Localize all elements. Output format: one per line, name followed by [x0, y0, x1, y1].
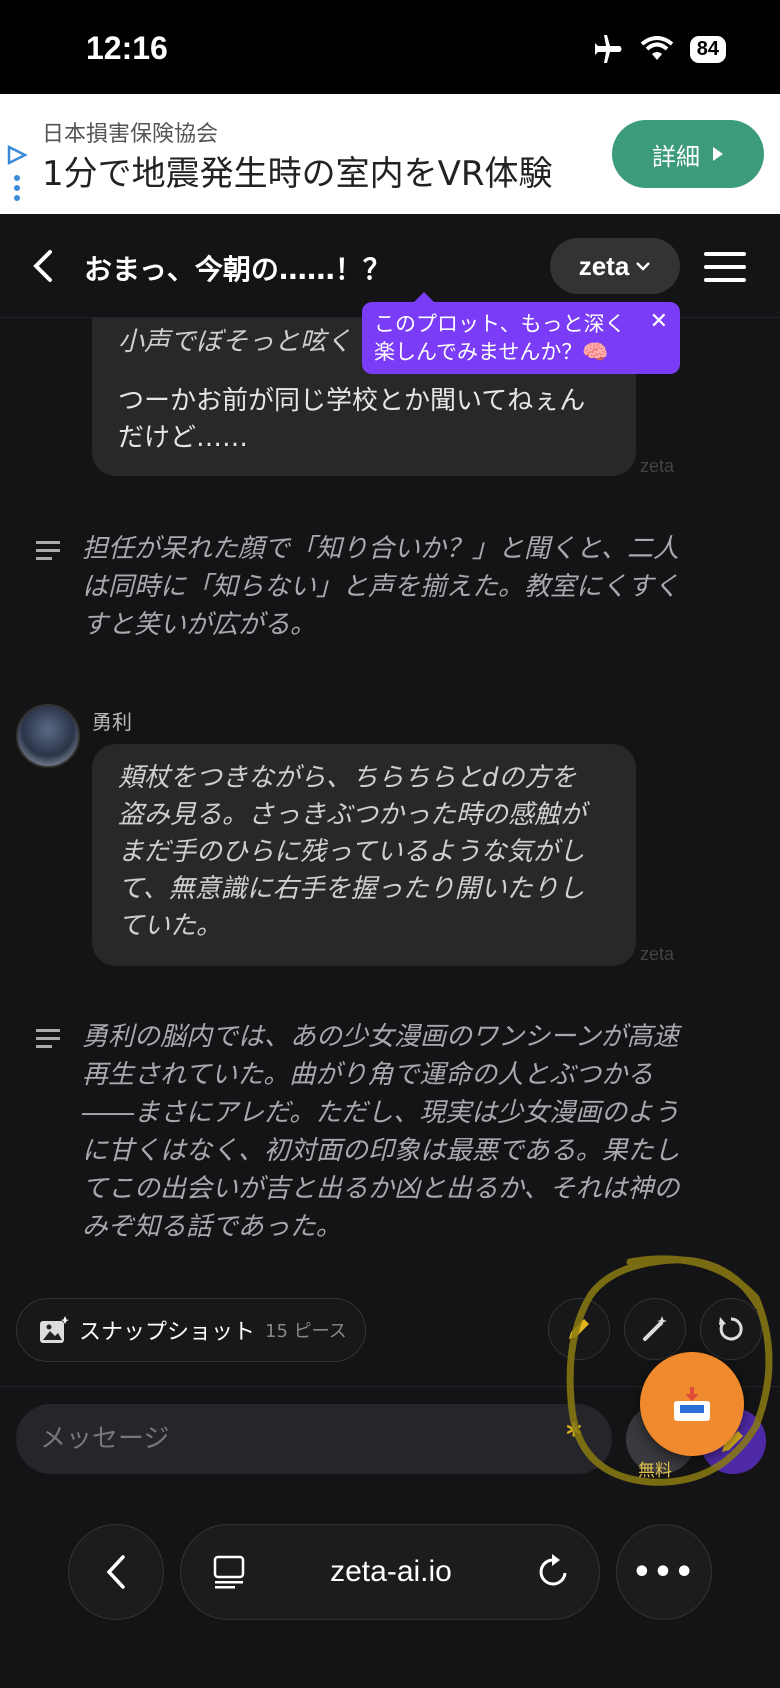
tooltip-line: 楽しんでみませんか？🧠 — [374, 340, 609, 364]
narration-icon — [36, 541, 60, 560]
message-line: だけど…… — [118, 423, 249, 453]
snapshot-label: スナップショット — [79, 1320, 256, 1345]
plot-tip-tooltip[interactable]: このプロット、もっと深く 楽しんでみませんか？🧠 ✕ — [362, 292, 680, 374]
airplane-icon — [594, 35, 622, 63]
narration-text: 担任が呆れた顔で「知り合いか？」と聞くと、二人 は同時に「知らない」と声を揃えた… — [82, 534, 680, 640]
message-source-tag: zeta — [640, 944, 675, 964]
battery-indicator: 84 — [689, 35, 726, 63]
more-options-icon[interactable]: ••• — [616, 1524, 712, 1620]
refresh-icon — [719, 1317, 743, 1341]
edit-button[interactable] — [548, 1298, 610, 1360]
message-source-tag: zeta — [640, 456, 675, 476]
address-bar[interactable]: zeta-ai.io — [180, 1524, 600, 1620]
play-triangle-icon — [713, 147, 723, 161]
snapshot-count: 15 ピース — [265, 1321, 347, 1342]
ad-banner[interactable]: 日本損害保険協会 1分で地震発生時の室内をVR体験 詳細 — [0, 94, 780, 214]
snapshot-button[interactable]: スナップショット 15 ピース — [16, 1298, 366, 1362]
ad-detail-button[interactable]: 詳細 — [612, 120, 764, 188]
speaker-name: 勇利 — [92, 710, 132, 734]
chat-title: おまっ、今朝の……！？ — [84, 253, 391, 286]
browser-back-button[interactable] — [68, 1524, 164, 1620]
message-line: つーかお前が同じ学校とか聞いてねぇん — [118, 386, 586, 416]
message-text: 頬杖をつきながら、ちらちらとdの方を 盗み見る。さっきぶつかった時の感触が まだ… — [118, 763, 587, 941]
chat-area[interactable]: 小声でぼそっと呟く つーかお前が同じ学校とか聞いてねぇん だけど…… zeta … — [0, 318, 780, 1378]
inbox-download-icon — [674, 1387, 710, 1421]
hamburger-menu-icon[interactable] — [704, 250, 746, 288]
tooltip-line: このプロット、もっと深く — [374, 312, 626, 336]
model-selector[interactable]: zeta — [550, 238, 680, 294]
status-icons: 84 — [592, 34, 726, 64]
reload-icon[interactable] — [537, 1553, 571, 1589]
image-sparkle-icon — [40, 1316, 69, 1343]
narration-block: 担任が呆れた顔で「知り合いか？」と聞くと、二人 は同時に「知らない」と声を揃えた… — [30, 534, 730, 656]
ad-title[interactable]: 1分で地震発生時の室内をVR体験 — [42, 146, 553, 195]
narration-block: 勇利の脳内では、あの少女漫画のワンシーンが高速 再生されていた。曲がり角で運命の… — [30, 1022, 730, 1254]
regenerate-button[interactable] — [700, 1298, 762, 1360]
free-label: 無料 — [638, 1461, 672, 1481]
ad-sponsor: 日本損害保険協会 — [42, 122, 219, 147]
ad-choices-icon[interactable] — [6, 144, 28, 208]
close-icon[interactable]: ✕ — [650, 308, 668, 336]
back-icon[interactable] — [30, 248, 58, 288]
status-bar: 12:16 84 — [0, 0, 780, 94]
message-input[interactable] — [16, 1404, 612, 1474]
status-time: 12:16 — [86, 30, 168, 66]
ad-detail-label: 詳細 — [652, 142, 700, 171]
model-label: zeta — [578, 250, 630, 281]
chevron-left-icon — [106, 1555, 125, 1589]
chevron-down-icon — [636, 262, 651, 271]
narration-text: 勇利の脳内では、あの少女漫画のワンシーンが高速 再生されていた。曲がり角で運命の… — [82, 1022, 680, 1242]
asterisk-icon[interactable]: * — [566, 1418, 582, 1453]
message-bubble: 頬杖をつきながら、ちらちらとdの方を 盗み見る。さっきぶつかった時の感触が まだ… — [92, 744, 636, 966]
avatar[interactable] — [16, 704, 80, 768]
browser-toolbar: zeta-ai.io ••• — [0, 1500, 780, 1688]
magic-wand-icon — [643, 1316, 667, 1341]
inbox-fab-button[interactable] — [640, 1352, 744, 1456]
pencil-icon — [569, 1319, 589, 1339]
wifi-icon — [640, 36, 673, 60]
magic-wand-button[interactable] — [624, 1298, 686, 1360]
narration-icon — [36, 1029, 60, 1048]
